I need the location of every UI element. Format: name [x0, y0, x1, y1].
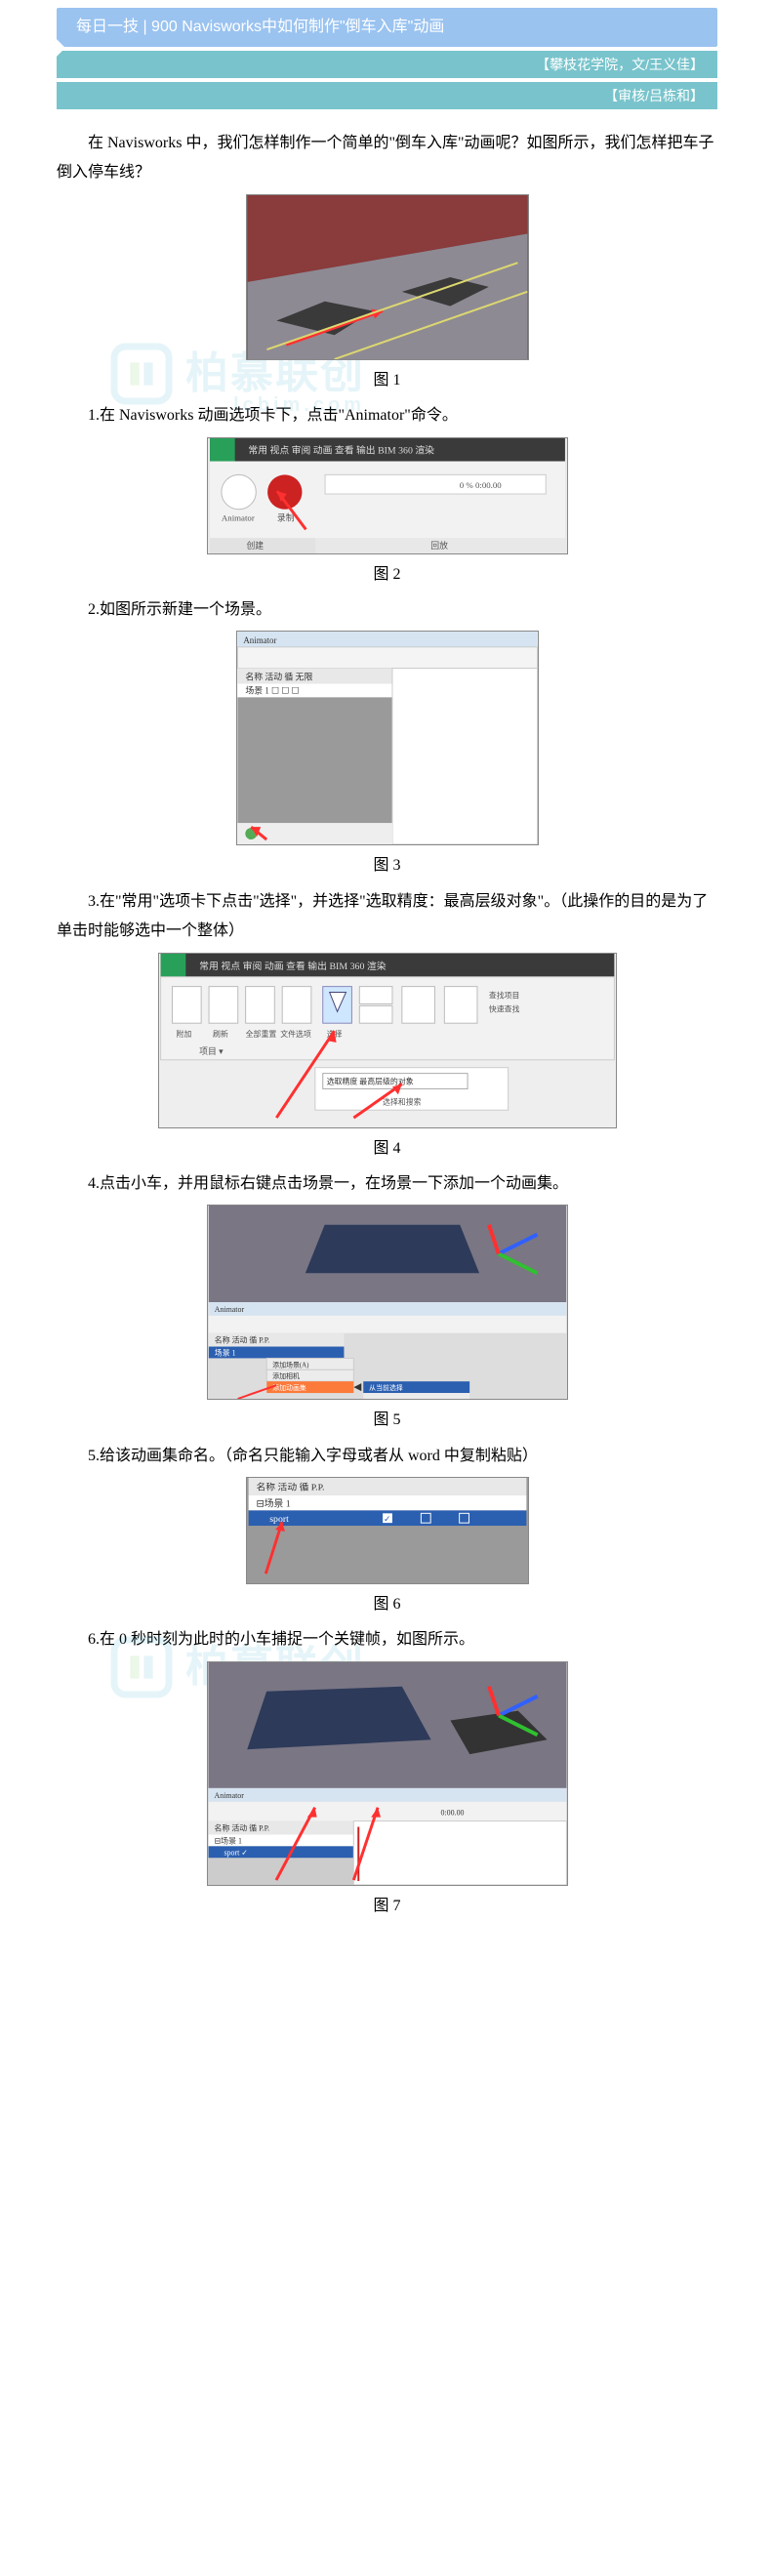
figure-6: 名称 活动 循 P.P. ⊟场景 1 sport ✓	[246, 1477, 529, 1584]
svg-text:sport: sport	[269, 1514, 289, 1525]
svg-text:⊟场景 1: ⊟场景 1	[214, 1836, 241, 1845]
svg-text:⊟场景 1: ⊟场景 1	[256, 1497, 290, 1510]
figure-1-svg	[247, 195, 528, 359]
figure-4: 常用 视点 审阅 动画 查看 输出 BIM 360 渲染 附加 刷新 全部重置 …	[158, 953, 617, 1128]
svg-text:名称 活动 循 无限: 名称 活动 循 无限	[245, 672, 312, 682]
step-1-text: 1.在 Navisworks 动画选项卡下，点击"Animator"命令。	[57, 401, 717, 430]
reviewer-line: 【审核/吕栋和】	[57, 82, 717, 109]
svg-text:从当前选择: 从当前选择	[369, 1383, 403, 1392]
figure-6-svg: 名称 活动 循 P.P. ⊟场景 1 sport ✓	[247, 1478, 528, 1583]
svg-text:全部重置: 全部重置	[245, 1029, 276, 1039]
svg-text:名称 活动 循 P.P.: 名称 活动 循 P.P.	[214, 1822, 269, 1832]
svg-text:Animator: Animator	[214, 1305, 244, 1314]
article-body: 在 Navisworks 中，我们怎样制作一个简单的"倒车入库"动画呢？如图所示…	[0, 129, 774, 1921]
svg-text:项目 ▾: 项目 ▾	[199, 1045, 224, 1055]
svg-text:名称 活动 循 P.P.: 名称 活动 循 P.P.	[214, 1335, 268, 1345]
svg-text:sport ✓: sport ✓	[224, 1848, 247, 1857]
svg-text:名称 活动 循 P.P.: 名称 活动 循 P.P.	[256, 1481, 324, 1493]
author-line: 【攀枝花学院，文/王义佳】	[57, 51, 717, 78]
article-title: 每日一技 | 900 Navisworks中如何制作"倒车入库"动画	[76, 16, 706, 39]
figure-7-svg: Animator 0:00.00 名称 活动 循 P.P. ⊟场景 1 spor…	[208, 1662, 567, 1885]
svg-text:创建: 创建	[246, 540, 264, 551]
figure-5-svg: Animator 名称 活动 循 P.P. 场景 1 添加场景(A) 添加相机 …	[208, 1206, 567, 1399]
figure-1	[246, 194, 529, 360]
svg-text:添加场景(A): 添加场景(A)	[272, 1361, 308, 1370]
svg-text:查找项目: 查找项目	[488, 990, 519, 1000]
figure-1-caption: 图 1	[57, 366, 717, 395]
step-2-text: 2.如图所示新建一个场景。	[57, 595, 717, 625]
figure-2: 常用 视点 审阅 动画 查看 输出 BIM 360 渲染 Animator 录制…	[207, 437, 568, 554]
svg-text:刷新: 刷新	[213, 1029, 228, 1039]
svg-text:0:00.00: 0:00.00	[440, 1808, 464, 1817]
step-6-text: 6.在 0 秒时刻为此时的小车捕捉一个关键帧，如图所示。	[57, 1625, 717, 1655]
svg-text:场景 1: 场景 1	[214, 1349, 235, 1358]
svg-text:Animator: Animator	[221, 512, 254, 522]
svg-text:文件选项: 文件选项	[280, 1029, 311, 1039]
svg-text:附加: 附加	[176, 1029, 191, 1039]
svg-text:常用 视点 审阅 动画 查看 输出 BIM 36: 常用 视点 审阅 动画 查看 输出 BIM 360 渲染	[248, 443, 434, 456]
svg-text:常用 视点 审阅 动画 查看 输出 BIM 36: 常用 视点 审阅 动画 查看 输出 BIM 360 渲染	[199, 959, 387, 971]
step-3-text: 3.在"常用"选项卡下点击"选择"，并选择"选取精度：最高层级对象"。（此操作的…	[57, 887, 717, 947]
figure-2-svg: 常用 视点 审阅 动画 查看 输出 BIM 360 渲染 Animator 录制…	[208, 438, 567, 553]
step-4-text: 4.点击小车，并用鼠标右键点击场景一，在场景一下添加一个动画集。	[57, 1169, 717, 1199]
figure-3-svg: Animator 名称 活动 循 无限 场景 1 ☐ ☐ ☐	[237, 632, 538, 844]
svg-text:快速查找: 快速查找	[488, 1003, 519, 1013]
figure-2-caption: 图 2	[57, 560, 717, 590]
svg-text:Animator: Animator	[214, 1791, 244, 1800]
svg-text:回放: 回放	[430, 540, 448, 551]
svg-text:✓: ✓	[384, 1514, 390, 1524]
svg-text:添加动画集: 添加动画集	[272, 1383, 306, 1392]
intro-paragraph: 在 Navisworks 中，我们怎样制作一个简单的"倒车入库"动画呢？如图所示…	[57, 129, 717, 188]
figure-3-caption: 图 3	[57, 851, 717, 880]
svg-text:Animator: Animator	[243, 635, 276, 645]
figure-5: Animator 名称 活动 循 P.P. 场景 1 添加场景(A) 添加相机 …	[207, 1205, 568, 1400]
svg-text:录制: 录制	[276, 511, 294, 522]
figure-4-caption: 图 4	[57, 1134, 717, 1164]
figure-4-svg: 常用 视点 审阅 动画 查看 输出 BIM 360 渲染 附加 刷新 全部重置 …	[159, 954, 616, 1127]
header-banner: 每日一技 | 900 Navisworks中如何制作"倒车入库"动画	[57, 8, 717, 47]
svg-text:添加相机: 添加相机	[272, 1372, 300, 1381]
step-5-text: 5.给该动画集命名。（命名只能输入字母或者从 word 中复制粘贴）	[57, 1442, 717, 1471]
svg-text:0 % 0:00.00: 0 % 0:00.00	[459, 480, 502, 490]
figure-5-caption: 图 5	[57, 1406, 717, 1435]
figure-6-caption: 图 6	[57, 1590, 717, 1619]
figure-3: Animator 名称 活动 循 无限 场景 1 ☐ ☐ ☐	[236, 631, 539, 845]
svg-text:场景 1 ☐ ☐ ☐: 场景 1 ☐ ☐ ☐	[245, 686, 299, 696]
figure-7-caption: 图 7	[57, 1892, 717, 1921]
figure-7: Animator 0:00.00 名称 活动 循 P.P. ⊟场景 1 spor…	[207, 1661, 568, 1886]
svg-text:选择和搜索: 选择和搜索	[383, 1096, 422, 1106]
